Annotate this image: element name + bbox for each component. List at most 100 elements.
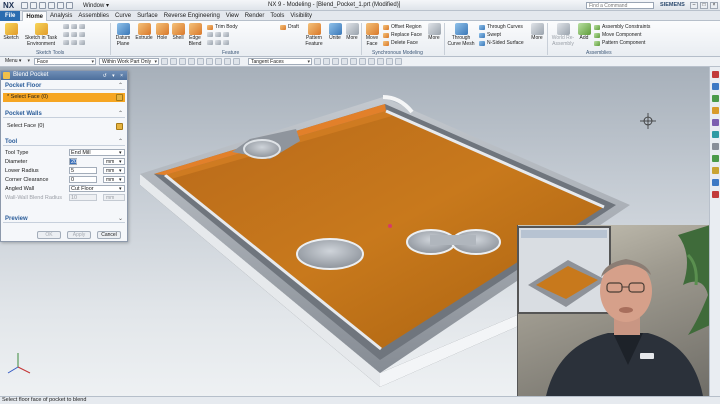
deselect-icon[interactable] [170, 58, 177, 65]
edge-blend-button[interactable]: Edge Blend [187, 23, 203, 47]
part-navigator-icon[interactable] [711, 71, 719, 78]
apply-button[interactable]: Apply [67, 231, 91, 239]
snap-icon[interactable] [206, 58, 213, 65]
minimize-icon[interactable]: – [690, 2, 698, 9]
command-search-input[interactable]: Find a Command [586, 2, 654, 9]
maximize-icon[interactable]: □ [700, 2, 708, 9]
snap-icon[interactable] [332, 58, 339, 65]
chevron-down-icon[interactable]: ▾ [119, 158, 122, 166]
sketch-small-tools-2[interactable] [63, 32, 85, 37]
window-menu[interactable]: Window ▾ [83, 2, 109, 9]
tab-analysis[interactable]: Analysis [47, 11, 75, 21]
dialog-controls[interactable]: ↺ ▾ × [103, 72, 125, 81]
pattern-feature-button[interactable]: Pattern Feature [302, 23, 326, 47]
cancel-button[interactable]: Cancel [97, 231, 121, 239]
through-curves-button[interactable]: Through Curves [479, 24, 523, 30]
close-icon[interactable]: × [710, 2, 718, 9]
angled-wall-select[interactable]: Cut Floor [69, 185, 125, 192]
tab-view[interactable]: View [223, 11, 242, 21]
dialog-title-bar[interactable]: Blend Pocket ↺ ▾ × [1, 71, 127, 80]
snap-icon[interactable] [314, 58, 321, 65]
more-sync-button[interactable]: More [427, 23, 441, 42]
datum-plane-button[interactable]: Datum Plane [113, 23, 133, 47]
tab-render[interactable]: Render [242, 11, 268, 21]
snap-icon[interactable] [188, 58, 195, 65]
roles-icon[interactable] [711, 191, 719, 198]
process-studio-icon[interactable] [711, 167, 719, 174]
face-rule-dropdown[interactable]: Tangent Faces [248, 58, 312, 65]
paste-icon[interactable] [66, 1, 73, 9]
system-materials-icon[interactable] [711, 155, 719, 162]
feature-small-tools-2[interactable] [207, 40, 229, 45]
tab-file[interactable]: File [0, 10, 21, 21]
reuse-library-icon[interactable] [711, 107, 719, 114]
move-face-button[interactable]: Move Face [364, 23, 380, 47]
redo-icon[interactable] [39, 1, 46, 9]
n-sided-surface-button[interactable]: N-Sided Surface [479, 40, 524, 46]
tab-curve[interactable]: Curve [112, 11, 134, 21]
diameter-input[interactable]: 20 [69, 158, 77, 165]
move-component-button[interactable]: Move Component [594, 32, 641, 38]
sketch-small-tools[interactable] [63, 24, 85, 29]
hole-button[interactable]: Hole [155, 23, 169, 42]
select-wall-face-button[interactable]: Select Face (0) [3, 122, 125, 131]
constraint-navigator-icon[interactable] [711, 95, 719, 102]
offset-region-button[interactable]: Offset Region [383, 24, 421, 30]
assembly-navigator-icon[interactable] [711, 83, 719, 90]
pattern-component-button[interactable]: Pattern Component [594, 40, 645, 46]
tool-type-select[interactable]: End Mill [69, 149, 125, 156]
pocket-walls-section[interactable]: Pocket Walls ⌃ [3, 110, 125, 118]
tab-visibility[interactable]: Visibility [287, 11, 315, 21]
select-all-icon[interactable] [161, 58, 168, 65]
sketch-small-tools-3[interactable] [63, 40, 85, 45]
tool-section[interactable]: Tool ⌃ [3, 138, 125, 146]
cut-icon[interactable] [48, 1, 55, 9]
snap-icon[interactable] [224, 58, 231, 65]
more-surface-button[interactable]: More [530, 23, 544, 42]
ok-button[interactable]: OK [37, 231, 61, 239]
sketch-button[interactable]: Sketch [3, 23, 19, 42]
tab-tools[interactable]: Tools [267, 11, 287, 21]
tab-assemblies[interactable]: Assemblies [75, 11, 112, 21]
extrude-button[interactable]: Extrude [135, 23, 153, 42]
save-icon[interactable] [21, 1, 28, 9]
web-browser-icon[interactable] [711, 131, 719, 138]
feature-small-tools[interactable] [207, 32, 229, 37]
chevron-down-icon[interactable]: ▾ [119, 167, 122, 175]
swept-button[interactable]: Swept [479, 32, 501, 38]
history-icon[interactable] [711, 143, 719, 150]
lower-radius-input[interactable]: 5 [69, 167, 97, 174]
snap-icon[interactable] [341, 58, 348, 65]
unite-button[interactable]: Unite [327, 23, 343, 42]
snap-icon[interactable] [233, 58, 240, 65]
snap-icon[interactable] [215, 58, 222, 65]
snap-icon[interactable] [323, 58, 330, 65]
tab-home[interactable]: Home [22, 10, 48, 21]
undo-icon[interactable] [30, 1, 37, 9]
more-feature-button[interactable]: More [345, 23, 359, 42]
replace-face-button[interactable]: Replace Face [383, 32, 422, 38]
tab-reverse-engineering[interactable]: Reverse Engineering [161, 11, 223, 21]
snap-icon[interactable] [377, 58, 384, 65]
select-floor-face-button[interactable]: * Select Face (0) [3, 93, 125, 102]
snap-icon[interactable] [179, 58, 186, 65]
selection-scope-dropdown[interactable]: Within Work Part Only [99, 58, 159, 65]
chevron-down-icon[interactable]: ▾ [119, 185, 122, 193]
trim-body-button[interactable]: Trim Body [207, 24, 238, 30]
menu-button[interactable]: Menu ▾ [3, 58, 31, 65]
snap-icon[interactable] [350, 58, 357, 65]
tab-surface[interactable]: Surface [134, 11, 161, 21]
snap-icon[interactable] [386, 58, 393, 65]
draft-button[interactable]: Draft [280, 24, 299, 30]
hd3d-tools-icon[interactable] [711, 119, 719, 126]
preview-section[interactable]: Preview ⌄ [3, 215, 125, 223]
snap-icon[interactable] [197, 58, 204, 65]
add-component-button[interactable]: Add [577, 23, 591, 42]
assembly-constraints-button[interactable]: Assembly Constraints [594, 24, 650, 30]
shell-button[interactable]: Shell [171, 23, 185, 42]
snap-icon[interactable] [359, 58, 366, 65]
copy-icon[interactable] [57, 1, 64, 9]
pocket-floor-section[interactable]: Pocket Floor ⌃ [3, 82, 125, 90]
world-reassembly-button[interactable]: World Re-Assembly [550, 23, 576, 47]
selection-filter-dropdown[interactable]: Face [34, 58, 96, 65]
